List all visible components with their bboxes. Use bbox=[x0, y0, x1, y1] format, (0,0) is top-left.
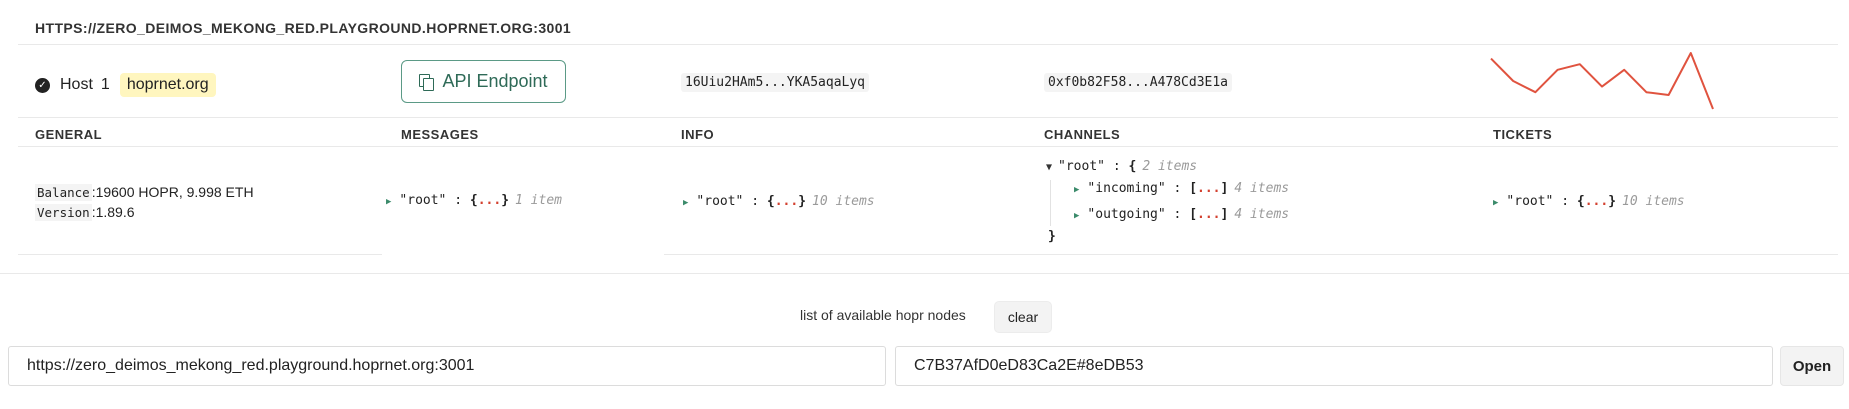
json-key: "root" bbox=[1506, 194, 1554, 209]
json-close-brace: } bbox=[1048, 229, 1056, 244]
version-key: Version bbox=[35, 204, 92, 221]
peer-id[interactable]: 16Uiu2HAm5...YKA5aqaLyq bbox=[681, 73, 870, 92]
json-key: "incoming" bbox=[1087, 181, 1166, 196]
copy-icon bbox=[419, 73, 435, 91]
json-open-brace: { bbox=[1576, 194, 1585, 209]
tree-guide-line bbox=[1050, 180, 1051, 226]
json-separator: : bbox=[751, 194, 760, 209]
json-item-count: 4 items bbox=[1234, 207, 1290, 222]
json-open-brace: { bbox=[1128, 159, 1137, 174]
json-item-count: 2 items bbox=[1142, 159, 1198, 174]
host-number: 1 bbox=[100, 76, 110, 93]
expand-arrow-icon[interactable]: ▶ bbox=[1074, 185, 1079, 195]
api-endpoint-button[interactable]: API Endpoint bbox=[401, 60, 566, 103]
column-header-general: GENERAL bbox=[35, 127, 103, 142]
divider bbox=[664, 254, 1838, 255]
divider bbox=[18, 44, 1838, 45]
section-divider bbox=[0, 273, 1849, 274]
version-value: 1.89.6 bbox=[95, 204, 135, 220]
json-item-count: 10 items bbox=[812, 194, 875, 209]
column-header-channels: CHANNELS bbox=[1044, 127, 1121, 142]
channels-json-root[interactable]: ▼ "root" : {2 items bbox=[1046, 159, 1197, 174]
version-row: Version:1.89.6 bbox=[35, 204, 135, 221]
column-header-messages: MESSAGES bbox=[401, 127, 479, 142]
sparkline-line bbox=[1490, 52, 1714, 110]
json-close-brace: } bbox=[1608, 194, 1617, 209]
clear-button[interactable]: clear bbox=[994, 301, 1052, 333]
json-open-brace: { bbox=[766, 194, 775, 209]
json-key: "root" bbox=[696, 194, 744, 209]
tickets-json-tree[interactable]: ▶ "root" : {...} 10 items bbox=[1493, 194, 1685, 209]
json-separator: : bbox=[1561, 194, 1570, 209]
expand-arrow-icon[interactable]: ▶ bbox=[1074, 211, 1079, 221]
balance-value: 19600 HOPR, 9.998 ETH bbox=[95, 184, 254, 200]
expand-arrow-icon[interactable]: ▶ bbox=[386, 197, 391, 207]
json-separator: : bbox=[1112, 159, 1121, 174]
host-info: ✓ Host 1 hoprnet.org bbox=[35, 72, 216, 98]
divider bbox=[18, 117, 1838, 118]
json-item-count: 4 items bbox=[1234, 181, 1290, 196]
host-domain-badge: hoprnet.org bbox=[119, 73, 216, 97]
json-separator: : bbox=[1173, 181, 1182, 196]
divider bbox=[18, 146, 1838, 147]
activity-sparkline bbox=[1490, 52, 1714, 110]
json-separator: : bbox=[1173, 207, 1182, 222]
json-close-brace: } bbox=[501, 193, 510, 208]
json-close-brace: } bbox=[798, 194, 807, 209]
column-header-tickets: TICKETS bbox=[1493, 127, 1553, 142]
api-token-input[interactable] bbox=[895, 346, 1773, 386]
json-item-count: 10 items bbox=[1622, 194, 1685, 209]
host-label: Host bbox=[60, 76, 93, 93]
json-close-bracket: ] bbox=[1220, 181, 1229, 196]
json-close-bracket: ] bbox=[1220, 207, 1229, 222]
json-item-count: 1 item bbox=[515, 193, 562, 208]
endpoint-input[interactable] bbox=[8, 346, 886, 386]
json-open-brace: { bbox=[469, 193, 478, 208]
api-endpoint-label: API Endpoint bbox=[442, 71, 548, 91]
channels-incoming-node[interactable]: ▶ "incoming" : [...] 4 items bbox=[1074, 181, 1289, 196]
expand-arrow-icon[interactable]: ▶ bbox=[1493, 198, 1498, 208]
json-key: "root" bbox=[399, 193, 447, 208]
node-list-label: list of available hopr nodes bbox=[800, 307, 966, 323]
balance-row: Balance:19600 HOPR, 9.998 ETH bbox=[35, 184, 254, 201]
json-ellipsis[interactable]: ... bbox=[775, 194, 798, 209]
expand-arrow-icon[interactable]: ▶ bbox=[683, 198, 688, 208]
json-separator: : bbox=[454, 193, 463, 208]
json-ellipsis[interactable]: ... bbox=[1197, 207, 1220, 222]
json-ellipsis[interactable]: ... bbox=[1197, 181, 1220, 196]
node-url-title: HTTPS://ZERO_DEIMOS_MEKONG_RED.PLAYGROUN… bbox=[35, 20, 572, 36]
check-circle-icon: ✓ bbox=[35, 77, 50, 93]
json-key: "root" bbox=[1058, 159, 1105, 174]
column-header-info: INFO bbox=[681, 127, 715, 142]
json-ellipsis[interactable]: ... bbox=[1585, 194, 1608, 209]
balance-key: Balance bbox=[35, 184, 92, 201]
channels-outgoing-node[interactable]: ▶ "outgoing" : [...] 4 items bbox=[1074, 207, 1289, 222]
json-ellipsis[interactable]: ... bbox=[478, 193, 501, 208]
info-json-tree[interactable]: ▶ "root" : {...} 10 items bbox=[683, 194, 875, 209]
eth-address[interactable]: 0xf0b82F58...A478Cd3E1a bbox=[1044, 73, 1233, 92]
messages-json-tree[interactable]: ▶ "root" : {...} 1 item bbox=[386, 193, 562, 208]
open-button[interactable]: Open bbox=[1780, 346, 1844, 386]
divider bbox=[18, 254, 382, 255]
json-open-bracket: [ bbox=[1189, 207, 1198, 222]
json-key: "outgoing" bbox=[1087, 207, 1166, 222]
collapse-arrow-icon[interactable]: ▼ bbox=[1046, 162, 1052, 173]
json-open-bracket: [ bbox=[1189, 181, 1198, 196]
